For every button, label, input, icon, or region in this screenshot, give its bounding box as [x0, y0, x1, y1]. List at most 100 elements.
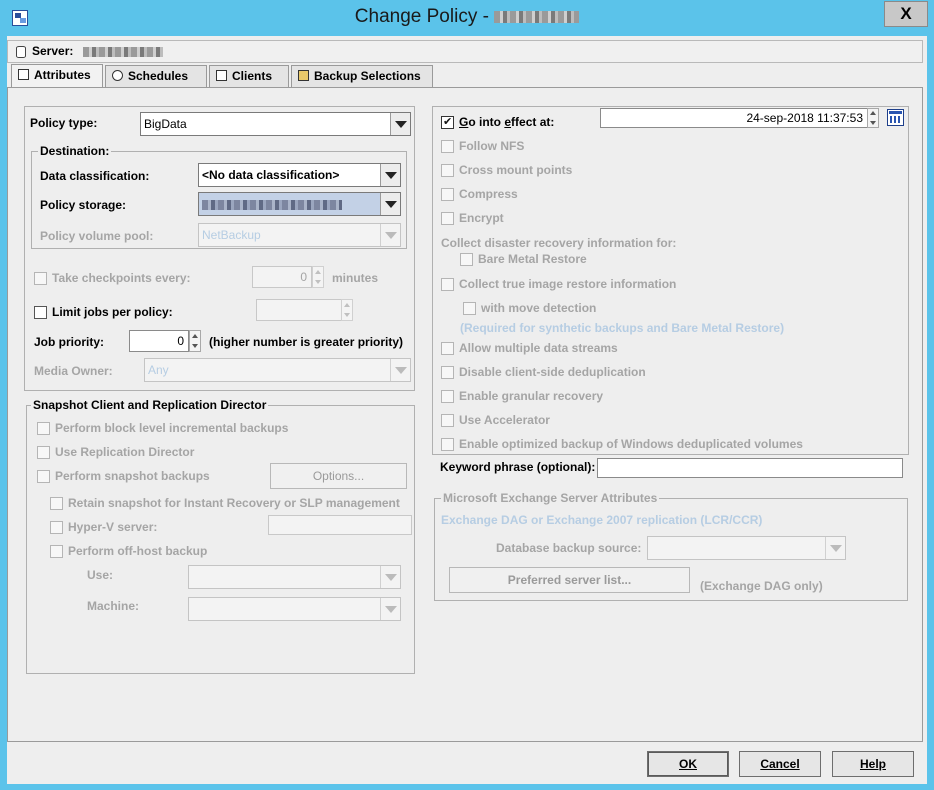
policy-storage-select[interactable]: [198, 192, 401, 216]
exchange-legend: Microsoft Exchange Server Attributes: [441, 491, 660, 505]
destination-group: Destination: Data classification: <No da…: [31, 144, 407, 249]
keyword-input[interactable]: [597, 458, 903, 478]
compress-checkbox[interactable]: [441, 188, 454, 201]
server-label: Server:: [32, 44, 74, 58]
minutes-label: minutes: [332, 271, 379, 285]
go-into-effect-checkbox[interactable]: [441, 115, 454, 129]
db-source-select[interactable]: [647, 536, 846, 560]
tab-attributes[interactable]: Attributes: [11, 64, 103, 88]
options-button[interactable]: Options...: [270, 463, 407, 489]
server-bar: Server:: [7, 40, 923, 63]
db-source-label: Database backup source:: [496, 541, 642, 555]
limit-jobs-input[interactable]: [256, 299, 342, 321]
media-owner-label: Media Owner:: [34, 364, 113, 378]
cross-mount-checkbox[interactable]: [441, 164, 454, 177]
chevron-down-icon: [825, 537, 845, 559]
policy-volume-pool-select[interactable]: NetBackup: [198, 223, 401, 247]
block-level-checkbox[interactable]: [37, 422, 50, 435]
close-button[interactable]: X: [884, 1, 928, 27]
dialog-body: Server: Attributes Schedules Clients Bac…: [7, 36, 927, 784]
tab-schedules[interactable]: Schedules: [105, 65, 207, 87]
snapshot-backups-label: Perform snapshot backups: [55, 469, 210, 483]
policy-group: Policy type: BigData Destination: Data c…: [24, 106, 415, 391]
list-icon: [18, 69, 29, 80]
attributes-panel: Policy type: BigData Destination: Data c…: [7, 87, 923, 742]
replication-director-checkbox[interactable]: [37, 446, 50, 459]
follow-nfs-label: Follow NFS: [459, 139, 525, 153]
granular-label: Enable granular recovery: [459, 389, 604, 403]
data-classification-select[interactable]: <No data classification>: [198, 163, 401, 187]
bare-metal-label: Bare Metal Restore: [478, 252, 587, 266]
tab-clients[interactable]: Clients: [209, 65, 289, 87]
accelerator-label: Use Accelerator: [459, 413, 550, 427]
policy-type-select[interactable]: BigData: [140, 112, 411, 136]
hyperv-input[interactable]: [268, 515, 412, 535]
dag-only-label: (Exchange DAG only): [700, 579, 823, 593]
offhost-checkbox[interactable]: [50, 545, 63, 558]
data-classification-label: Data classification:: [40, 169, 150, 183]
use-select[interactable]: [188, 565, 401, 589]
hyperv-label: Hyper-V server:: [68, 520, 158, 534]
disable-dedup-checkbox[interactable]: [441, 366, 454, 379]
take-checkpoints-label: Take checkpoints every:: [52, 271, 191, 285]
right-attributes-group: Go into effect at: 24-sep-2018 11:37:53 …: [432, 106, 909, 455]
job-priority-input[interactable]: 0: [129, 330, 189, 352]
title-bar: Change Policy - X: [0, 0, 934, 36]
follow-nfs-checkbox[interactable]: [441, 140, 454, 153]
accelerator-checkbox[interactable]: [441, 414, 454, 427]
encrypt-label: Encrypt: [459, 211, 504, 225]
chevron-down-icon: [380, 224, 400, 246]
help-button[interactable]: Help: [832, 751, 914, 777]
tab-backup-selections[interactable]: Backup Selections: [291, 65, 433, 87]
destination-legend: Destination:: [38, 144, 112, 158]
chevron-down-icon: [380, 598, 400, 620]
exchange-dag-label: Exchange DAG or Exchange 2007 replicatio…: [441, 513, 763, 527]
true-image-label: Collect true image restore information: [459, 277, 677, 291]
limit-jobs-label: Limit jobs per policy:: [52, 305, 173, 319]
ok-button[interactable]: OK: [647, 751, 729, 777]
checkpoints-input[interactable]: 0: [252, 266, 312, 288]
required-note: (Required for synthetic backups and Bare…: [460, 321, 785, 335]
encrypt-checkbox[interactable]: [441, 212, 454, 225]
multiple-streams-checkbox[interactable]: [441, 342, 454, 355]
retain-snapshot-checkbox[interactable]: [50, 497, 63, 510]
calendar-icon[interactable]: [887, 109, 904, 126]
policy-storage-label: Policy storage:: [40, 198, 127, 212]
true-image-checkbox[interactable]: [441, 278, 454, 291]
job-priority-label: Job priority:: [34, 335, 105, 349]
snapshot-group: Snapshot Client and Replication Director…: [26, 398, 415, 674]
use-label: Use:: [87, 568, 114, 582]
limit-jobs-checkbox[interactable]: [34, 306, 47, 319]
hyperv-checkbox[interactable]: [50, 521, 63, 534]
move-detection-label: with move detection: [481, 301, 597, 315]
machine-select[interactable]: [188, 597, 401, 621]
exchange-group: Microsoft Exchange Server Attributes Exc…: [434, 491, 908, 601]
preferred-server-button[interactable]: Preferred server list...: [449, 567, 690, 593]
multiple-streams-label: Allow multiple data streams: [459, 341, 618, 355]
keyword-label: Keyword phrase (optional):: [440, 460, 596, 474]
date-spinner[interactable]: [867, 108, 879, 128]
take-checkpoints-checkbox[interactable]: [34, 272, 47, 285]
snapshot-legend: Snapshot Client and Replication Director: [31, 398, 269, 412]
window-title: Change Policy -: [0, 6, 934, 28]
disable-dedup-label: Disable client-side deduplication: [459, 365, 646, 379]
snapshot-backups-checkbox[interactable]: [37, 470, 50, 483]
media-owner-select[interactable]: Any: [144, 358, 411, 382]
retain-snapshot-label: Retain snapshot for Instant Recovery or …: [68, 496, 400, 510]
limit-jobs-spinner[interactable]: [341, 299, 353, 321]
checkpoints-spinner[interactable]: [312, 266, 324, 288]
move-detection-checkbox[interactable]: [463, 302, 476, 315]
collect-dr-label: Collect disaster recovery information fo…: [441, 236, 677, 250]
chevron-down-icon: [390, 113, 410, 135]
bare-metal-checkbox[interactable]: [460, 253, 473, 266]
folder-icon: [298, 70, 309, 81]
cancel-button[interactable]: Cancel: [739, 751, 821, 777]
optimized-backup-checkbox[interactable]: [441, 438, 454, 451]
job-priority-spinner[interactable]: [189, 330, 201, 352]
machine-label: Machine:: [87, 599, 140, 613]
go-into-effect-label: Go into effect at:: [459, 115, 555, 129]
granular-checkbox[interactable]: [441, 390, 454, 403]
offhost-label: Perform off-host backup: [68, 544, 208, 558]
go-into-effect-input[interactable]: 24-sep-2018 11:37:53: [600, 108, 868, 128]
database-icon: [16, 45, 26, 58]
